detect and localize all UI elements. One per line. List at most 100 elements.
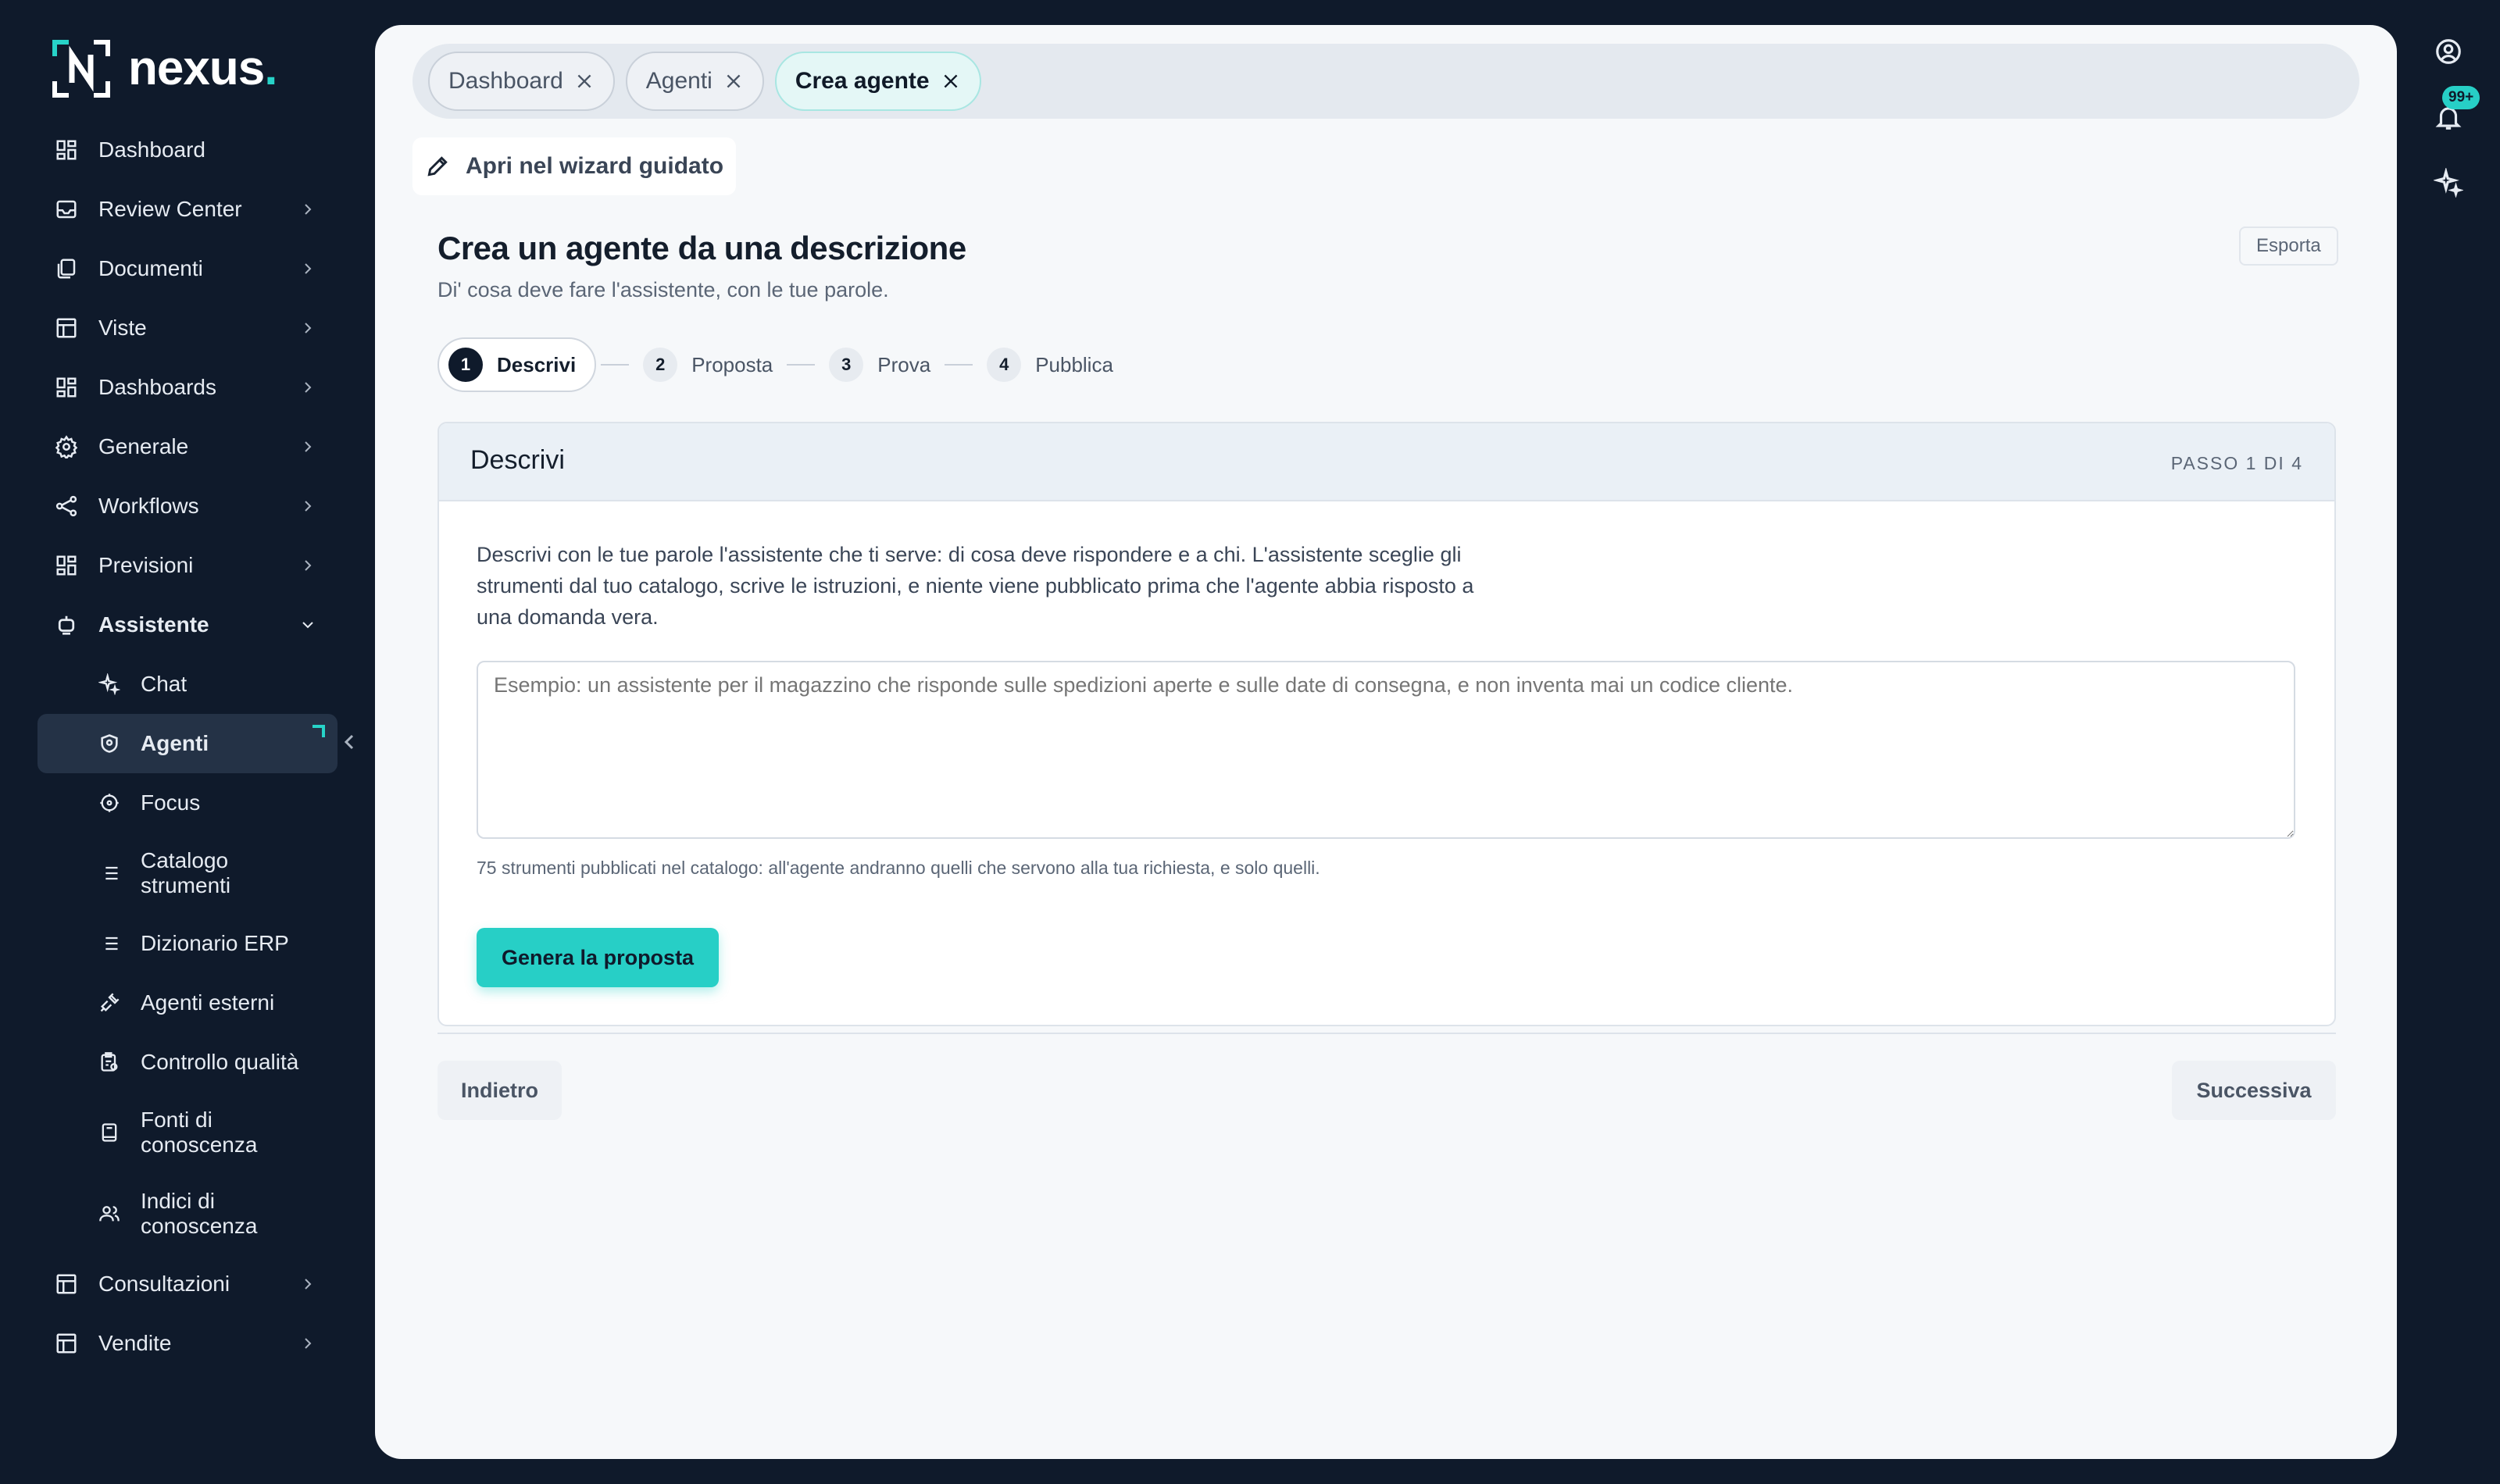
chevron-right-icon: [305, 382, 312, 393]
next-button[interactable]: Successiva: [2172, 1061, 2336, 1120]
close-icon[interactable]: [723, 71, 744, 91]
book-icon: [98, 1122, 120, 1143]
chevron-right-icon: [305, 501, 312, 512]
sidebar-subitem-label: Agenti esterni: [141, 990, 275, 1015]
wizard-stepper: 1 Descrivi 2 Proposta 3 Prova 4 Pubblica: [438, 337, 1123, 392]
sidebar-item-review-center[interactable]: Review Center: [38, 180, 338, 239]
step-label: Proposta: [691, 352, 773, 376]
step-label: Pubblica: [1035, 352, 1113, 376]
sidebar-item-label: Assistente: [98, 612, 209, 637]
target-icon: [98, 792, 120, 814]
logo[interactable]: nexus.: [52, 39, 277, 98]
users-icon: [98, 1203, 120, 1225]
user-account-icon[interactable]: [2433, 36, 2464, 67]
tab-dashboard[interactable]: Dashboard: [428, 52, 615, 111]
sidebar-nav: Dashboard Review Center Documenti Viste …: [38, 120, 338, 1373]
sidebar-item-label: Dashboard: [98, 137, 205, 162]
step-separator: [787, 364, 816, 366]
open-wizard-button[interactable]: Apri nel wizard guidato: [412, 137, 737, 195]
logo-mark-icon: [52, 39, 111, 98]
step-prova[interactable]: 3 Prova: [820, 337, 940, 392]
sidebar-subitem-indici-di-conoscenza[interactable]: Indici di conoscenza: [38, 1173, 338, 1254]
sidebar-item-dashboards[interactable]: Dashboards: [38, 358, 338, 417]
step-separator: [601, 364, 630, 366]
chevron-right-icon: [305, 263, 312, 274]
step-label: Descrivi: [497, 352, 577, 376]
sidebar-subitem-fonti-di-conoscenza[interactable]: Fonti di conoscenza: [38, 1092, 338, 1173]
catalog-hint: 75 strumenti pubblicati nel catalogo: al…: [477, 858, 1320, 878]
sidebar-item-dashboard[interactable]: Dashboard: [38, 120, 338, 180]
tab-agenti[interactable]: Agenti: [625, 52, 764, 111]
step-proposta[interactable]: 2 Proposta: [634, 337, 782, 392]
shield-icon: [98, 733, 120, 754]
sidebar-item-label: Dashboards: [98, 375, 216, 399]
chevron-right-icon: [305, 1338, 312, 1349]
step-pubblica[interactable]: 4 Pubblica: [977, 337, 1123, 392]
card-description: Descrivi con le tue parole l'assistente …: [477, 543, 1474, 629]
sparkle-icon[interactable]: [2433, 167, 2464, 198]
table-icon: [55, 1332, 78, 1355]
bot-icon: [55, 613, 78, 637]
list-icon: [98, 862, 120, 884]
table-icon: [55, 316, 78, 340]
sidebar-item-vendite[interactable]: Vendite: [38, 1314, 338, 1373]
tab-label: Crea agente: [795, 68, 930, 94]
card-title: Descrivi: [470, 445, 565, 475]
gear-icon: [55, 435, 78, 458]
sidebar-item-workflows[interactable]: Workflows: [38, 476, 338, 536]
sidebar-subitem-catalogo-strumenti[interactable]: Catalogo strumenti: [38, 833, 338, 914]
step-separator: [945, 364, 973, 366]
sparkle-icon: [98, 673, 120, 695]
sidebar-subitem-label: Chat: [141, 672, 188, 696]
chevron-right-icon: [305, 560, 312, 571]
tab-bar: Dashboard Agenti Crea agente: [412, 44, 2359, 119]
notification-badge: 99+: [2442, 86, 2480, 109]
sidebar-item-generale[interactable]: Generale: [38, 417, 338, 476]
describe-card: Descrivi PASSO 1 DI 4 Descrivi con le tu…: [438, 422, 2336, 1026]
sidebar-item-label: Consultazioni: [98, 1272, 230, 1296]
tab-label: Agenti: [645, 68, 712, 94]
sidebar-subitem-label: Controllo qualità: [141, 1050, 299, 1074]
pencil-icon: [427, 156, 448, 177]
plug-icon: [98, 992, 120, 1014]
sidebar-item-documenti[interactable]: Documenti: [38, 239, 338, 298]
chevron-down-icon: [302, 622, 313, 629]
active-indicator: [312, 725, 325, 737]
sidebar-subitem-chat[interactable]: Chat: [38, 655, 338, 714]
documents-icon: [55, 257, 78, 280]
sidebar-item-label: Previsioni: [98, 553, 194, 577]
inbox-icon: [55, 198, 78, 221]
tab-crea-agente[interactable]: Crea agente: [774, 52, 981, 111]
collapse-sidebar-icon[interactable]: [341, 731, 358, 753]
step-indicator: PASSO 1 DI 4: [2170, 453, 2303, 473]
sidebar-item-label: Review Center: [98, 197, 242, 221]
sidebar-item-viste[interactable]: Viste: [38, 298, 338, 358]
sidebar-item-label: Viste: [98, 316, 147, 340]
page-title: Crea un agente da una descrizione: [438, 230, 966, 266]
page-subtitle: Di' cosa deve fare l'assistente, con le …: [438, 278, 889, 301]
sidebar-subitem-dizionario-erp[interactable]: Dizionario ERP: [38, 914, 338, 973]
sidebar-item-assistente[interactable]: Assistente: [38, 595, 338, 655]
step-descrivi[interactable]: 1 Descrivi: [438, 337, 597, 392]
generate-proposal-button[interactable]: Genera la proposta: [477, 928, 720, 987]
sidebar-subitem-focus[interactable]: Focus: [38, 773, 338, 833]
close-icon[interactable]: [941, 71, 961, 91]
sidebar-item-label: Vendite: [98, 1331, 172, 1355]
step-number: 4: [987, 348, 1022, 382]
chevron-right-icon: [305, 204, 312, 215]
sidebar-subitem-label: Fonti di conoscenza: [141, 1108, 258, 1157]
sidebar-subitem-controllo-qualita[interactable]: Controllo qualità: [38, 1033, 338, 1092]
chevron-right-icon: [305, 1279, 312, 1290]
checklist-icon: [98, 1051, 120, 1073]
close-icon[interactable]: [574, 71, 595, 91]
sidebar-item-previsioni[interactable]: Previsioni: [38, 536, 338, 595]
sidebar-subitem-agenti[interactable]: Agenti: [38, 714, 338, 773]
grid-icon: [55, 554, 78, 577]
sidebar-subitem-agenti-esterni[interactable]: Agenti esterni: [38, 973, 338, 1033]
agent-description-input[interactable]: [477, 661, 2295, 839]
sidebar-subitem-label: Dizionario ERP: [141, 931, 289, 955]
export-button[interactable]: Esporta: [2239, 227, 2338, 266]
list-icon: [98, 933, 120, 954]
sidebar-item-consultazioni[interactable]: Consultazioni: [38, 1254, 338, 1314]
back-button[interactable]: Indietro: [438, 1061, 562, 1120]
